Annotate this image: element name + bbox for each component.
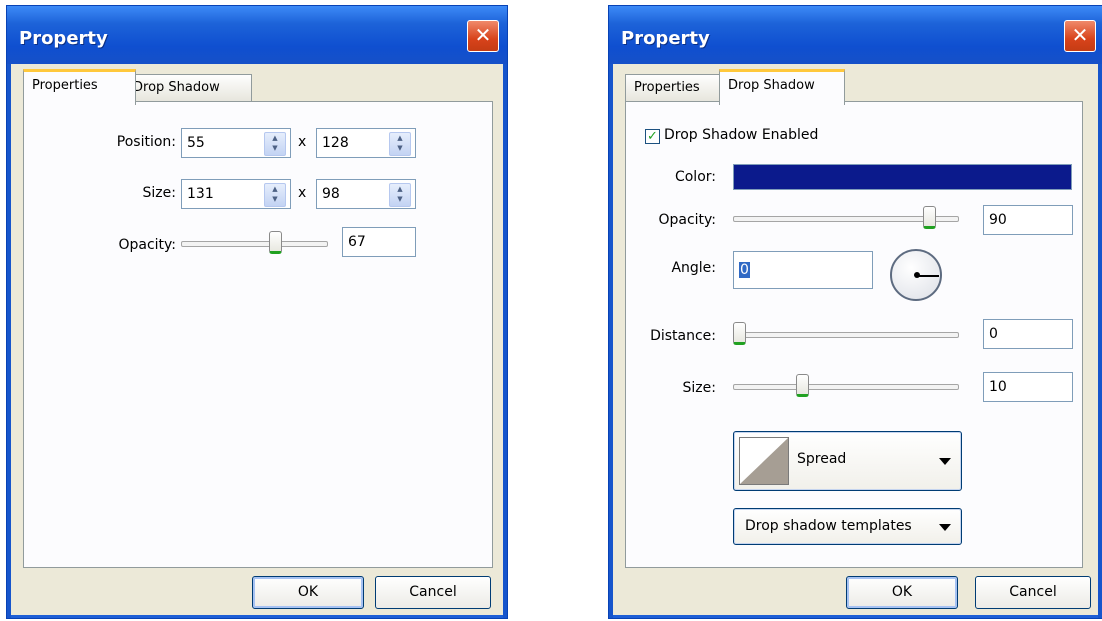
size-height-value: 98 [322, 186, 340, 202]
close-icon: ✕ [474, 23, 492, 47]
opacity-label: Opacity: [118, 237, 176, 253]
spin-down-icon[interactable]: ▼ [272, 144, 277, 152]
opacity-slider-thumb[interactable] [269, 231, 283, 254]
spin-up-icon[interactable]: ▲ [397, 185, 402, 193]
angle-label: Angle: [671, 260, 716, 276]
spin-down-icon[interactable]: ▼ [397, 195, 402, 203]
window-frame-right [503, 64, 507, 618]
color-label: Color: [674, 169, 716, 185]
angle-dial-hand [917, 275, 939, 277]
angle-dial-icon[interactable] [890, 249, 942, 301]
close-button[interactable]: ✕ [467, 20, 499, 52]
position-y-spinner[interactable]: ▲ ▼ [389, 132, 411, 156]
distance-label: Distance: [650, 328, 716, 344]
title-bar[interactable]: Property ✕ [609, 6, 1102, 64]
opacity-value: 90 [989, 212, 1007, 228]
tab-drop-shadow[interactable]: Drop Shadow [719, 69, 845, 105]
distance-slider-track[interactable] [733, 332, 959, 338]
dropdown-arrow-icon [939, 458, 951, 465]
size-separator: x [298, 185, 307, 201]
size-width-field[interactable]: 131 ▲ ▼ [181, 179, 291, 209]
window-frame-left [7, 64, 11, 618]
title-bar[interactable]: Property ✕ [7, 6, 507, 64]
dialog-title: Property [19, 28, 108, 49]
properties-panel: Position: 55 ▲ ▼ x 128 ▲ ▼ Size: 131 ▲ ▼ x … [23, 101, 493, 568]
ok-button[interactable]: OK [252, 576, 364, 609]
opacity-value: 67 [348, 234, 366, 250]
size-width-value: 131 [187, 186, 214, 202]
ok-button[interactable]: OK [846, 576, 958, 609]
window-frame-left [609, 64, 613, 618]
angle-value: 0 [739, 262, 750, 278]
templates-label: Drop shadow templates [745, 518, 912, 534]
spin-up-icon[interactable]: ▲ [397, 134, 402, 142]
size-field[interactable]: 10 [983, 372, 1073, 402]
position-separator: x [298, 134, 307, 150]
drop-shadow-enabled-label[interactable]: Drop Shadow Enabled [664, 127, 818, 143]
tab-properties[interactable]: Properties [625, 74, 722, 101]
spread-preview-icon [739, 437, 789, 485]
drop-shadow-enabled-checkbox[interactable]: ✓ [645, 129, 660, 144]
cancel-button[interactable]: Cancel [375, 576, 491, 609]
position-x-field[interactable]: 55 ▲ ▼ [181, 128, 291, 158]
property-dialog-properties: Property ✕ Properties Drop Shadow Positi… [6, 5, 508, 619]
spin-down-icon[interactable]: ▼ [397, 144, 402, 152]
spread-dropdown[interactable]: Spread [733, 431, 962, 491]
spread-preview-graphic [740, 438, 788, 484]
spin-up-icon[interactable]: ▲ [272, 185, 277, 193]
close-icon: ✕ [1071, 23, 1089, 47]
opacity-field[interactable]: 67 [342, 227, 416, 257]
tab-drop-shadow[interactable]: Drop Shadow [124, 74, 252, 101]
tab-properties[interactable]: Properties [23, 69, 136, 105]
spin-down-icon[interactable]: ▼ [272, 195, 277, 203]
opacity-slider-track[interactable] [181, 241, 328, 247]
drop-shadow-panel: ✓ Drop Shadow Enabled Color: Opacity: 90… [625, 101, 1083, 568]
drop-shadow-templates-dropdown[interactable]: Drop shadow templates [733, 508, 962, 545]
size-value: 10 [989, 379, 1007, 395]
property-dialog-drop-shadow: Property ✕ Properties Drop Shadow ✓ Drop… [608, 5, 1102, 619]
size-width-spinner[interactable]: ▲ ▼ [264, 183, 286, 207]
position-x-spinner[interactable]: ▲ ▼ [264, 132, 286, 156]
spread-label: Spread [797, 451, 847, 467]
opacity-field[interactable]: 90 [983, 205, 1073, 235]
position-y-value: 128 [322, 135, 349, 151]
distance-field[interactable]: 0 [983, 319, 1073, 349]
size-height-spinner[interactable]: ▲ ▼ [389, 183, 411, 207]
opacity-slider-thumb[interactable] [922, 206, 936, 229]
distance-value: 0 [989, 326, 998, 342]
color-swatch[interactable] [733, 164, 1072, 190]
window-frame-right [1098, 64, 1102, 618]
position-x-value: 55 [187, 135, 205, 151]
distance-slider-thumb[interactable] [733, 322, 746, 345]
size-slider-track[interactable] [733, 384, 959, 390]
spin-up-icon[interactable]: ▲ [272, 134, 277, 142]
position-y-field[interactable]: 128 ▲ ▼ [316, 128, 416, 158]
dropdown-arrow-icon [939, 524, 951, 531]
size-label: Size: [682, 380, 716, 396]
size-height-field[interactable]: 98 ▲ ▼ [316, 179, 416, 209]
angle-dial-center [914, 272, 920, 278]
position-label: Position: [116, 134, 176, 150]
size-slider-thumb[interactable] [796, 374, 810, 397]
checkbox-check-icon: ✓ [647, 129, 658, 144]
size-label: Size: [142, 185, 176, 201]
close-button[interactable]: ✕ [1064, 20, 1096, 52]
opacity-label: Opacity: [658, 212, 716, 228]
cancel-button[interactable]: Cancel [975, 576, 1091, 609]
dialog-title: Property [621, 28, 710, 49]
angle-field[interactable]: 0 [733, 251, 873, 289]
